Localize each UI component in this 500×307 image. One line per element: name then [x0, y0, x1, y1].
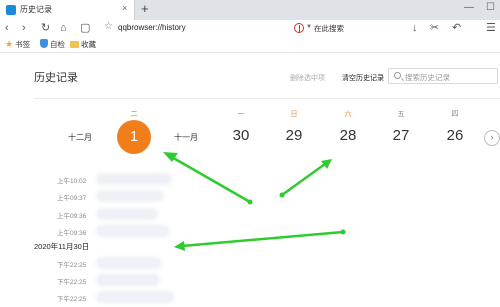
history-entry[interactable] — [98, 175, 170, 183]
address-bar[interactable]: ☆ qqbrowser://history — [104, 21, 292, 35]
history-entry[interactable] — [98, 210, 156, 218]
tab-title: 历史记录 — [20, 5, 52, 14]
weekday-label: 六 — [344, 111, 352, 118]
history-time: 上午09:37 — [57, 195, 87, 202]
calendar-prev-month[interactable]: 十二月 — [60, 132, 100, 143]
close-tab-icon[interactable]: × — [122, 3, 127, 13]
clear-history-button[interactable]: 清空历史记录 — [342, 73, 384, 83]
divider — [34, 98, 500, 99]
bookmark-star-icon[interactable]: ☆ — [104, 21, 113, 32]
search-box[interactable]: ▼ 在此搜索 — [294, 22, 404, 35]
weekday-label: 二 — [130, 111, 138, 118]
history-entry[interactable] — [98, 227, 168, 235]
history-time: 下午22:25 — [57, 279, 87, 286]
url-text[interactable]: qqbrowser://history — [118, 23, 186, 32]
reader-mode-button[interactable]: ▢ — [80, 21, 90, 35]
history-entry[interactable] — [98, 259, 160, 267]
delete-selected-button[interactable]: 删除选中项 — [290, 73, 325, 83]
star-icon: ★ — [5, 39, 14, 49]
history-entry[interactable] — [98, 192, 162, 200]
calendar-day-selected[interactable]: 1 — [117, 120, 151, 154]
menu-icon[interactable]: ☰ — [486, 21, 496, 35]
browser-logo-icon — [6, 5, 16, 15]
reload-button[interactable]: ↻ — [41, 21, 50, 35]
tab-history[interactable]: 历史记录 × — [0, 0, 135, 20]
history-time: 上午09:36 — [57, 230, 87, 237]
calendar-month-label[interactable]: 十一月 — [166, 132, 206, 143]
page-title: 历史记录 — [34, 72, 78, 84]
weekday-label: 四 — [451, 111, 459, 118]
minimize-button[interactable]: — — [464, 2, 474, 13]
history-entry[interactable] — [98, 276, 158, 284]
bookmark-item-selfcheck[interactable]: 自检 — [40, 39, 65, 50]
calendar-day[interactable]: 26 — [435, 127, 475, 144]
maximize-button[interactable]: ☐ — [486, 2, 495, 13]
weekday-label: 一 — [237, 111, 245, 118]
search-placeholder: 在此搜索 — [314, 24, 344, 33]
tab-bar: 历史记录 × + — ☐ — [0, 0, 500, 20]
weekday-label: 日 — [290, 111, 298, 118]
search-engine-icon[interactable] — [294, 23, 304, 33]
navigation-bar: ‹ › ↻ ⌂ ▢ ☆ qqbrowser://history ▼ 在此搜索 ↓… — [0, 20, 500, 37]
bookmark-item-favorites[interactable]: 收藏 — [70, 39, 96, 50]
history-search-placeholder: 搜索历史记录 — [405, 73, 450, 82]
history-page: 历史记录 删除选中项 清空历史记录 搜索历史记录 二 一 日 六 五 四 十二月… — [0, 53, 500, 307]
new-tab-button[interactable]: + — [141, 1, 149, 16]
bookmark-item-bookmarks[interactable]: ★ 书签 — [5, 39, 30, 50]
shield-icon — [40, 39, 48, 48]
history-time: 上午09:36 — [57, 213, 87, 220]
history-time: 上午10:02 — [57, 178, 87, 185]
back-button[interactable]: ‹ — [5, 21, 9, 35]
weekday-label: 五 — [397, 111, 405, 118]
bookmark-bar: ★ 书签 自检 收藏 — [0, 37, 500, 53]
history-time: 下午22:25 — [57, 262, 87, 269]
date-header: 2020年11月30日 — [34, 242, 90, 251]
history-time: 下午22:25 — [57, 296, 87, 303]
browser-window: 历史记录 × + — ☐ ‹ › ↻ ⌂ ▢ ☆ qqbrowser://his… — [0, 0, 500, 307]
calendar-day[interactable]: 30 — [221, 127, 261, 144]
history-entry[interactable] — [98, 293, 172, 301]
chevron-down-icon[interactable]: ▼ — [306, 24, 312, 30]
scissors-icon[interactable]: ✂ — [430, 21, 439, 35]
home-button[interactable]: ⌂ — [60, 21, 67, 35]
calendar-day[interactable]: 28 — [328, 127, 368, 144]
undo-icon[interactable]: ↶ — [452, 21, 461, 35]
download-icon[interactable]: ↓ — [412, 21, 418, 35]
folder-icon — [70, 41, 79, 48]
calendar-day[interactable]: 29 — [274, 127, 314, 144]
forward-button[interactable]: › — [22, 21, 26, 35]
calendar-day[interactable]: 27 — [381, 127, 421, 144]
calendar-next-button[interactable]: › — [484, 130, 500, 146]
history-search-input[interactable]: 搜索历史记录 — [388, 68, 498, 84]
search-icon — [394, 72, 401, 79]
